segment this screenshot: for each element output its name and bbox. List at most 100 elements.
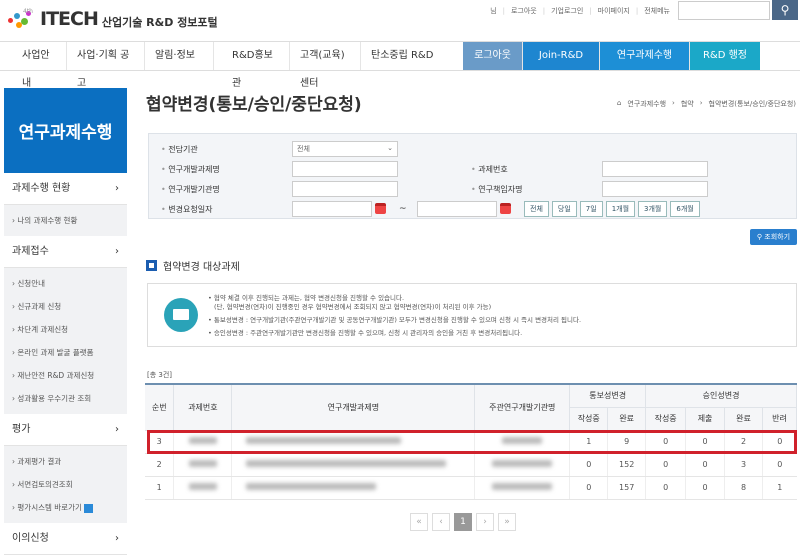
col-no: 순번 xyxy=(145,383,175,431)
nav-research-project[interactable]: 연구과제수행 xyxy=(600,42,690,70)
period-7d-button[interactable]: 7일 xyxy=(579,201,603,217)
total-count: [총 3건] xyxy=(147,371,173,379)
nav-carbon-neutral[interactable]: 탄소중립 R&D xyxy=(361,42,463,70)
sidebar-group-objection[interactable]: 이의신청 › xyxy=(4,523,127,555)
sidebar-item-eval-system[interactable]: › 평가시스템 바로가기 xyxy=(4,496,127,519)
sidebar-item-my-status[interactable]: › 나의 과제수행 현황 xyxy=(4,209,127,232)
calendar-icon[interactable] xyxy=(500,203,511,214)
section-title: 협약변경 대상과제 xyxy=(163,262,240,273)
cell-n-done: 152 xyxy=(607,453,646,477)
period-today-button[interactable]: 당일 xyxy=(551,201,577,217)
nav-promotion[interactable]: R&D홍보관 xyxy=(214,42,290,89)
agency-value: 전체 xyxy=(297,145,310,153)
chevron-right-icon: › xyxy=(115,246,119,257)
brand-subtitle: 산업기술 R&D 정보포털 xyxy=(101,15,218,29)
utility-links: 님 로그아웃 기업로그인 마이페이지 전체메뉴 xyxy=(490,6,670,16)
breadcrumb-item[interactable]: 협약 xyxy=(681,99,694,109)
org-label: 연구개발기관명 xyxy=(161,184,220,195)
start-date-input[interactable] xyxy=(292,201,372,217)
nav-admin-support[interactable]: R&D 행정지원 xyxy=(690,42,760,89)
nav-news[interactable]: 알림·정보 xyxy=(145,42,214,70)
chart-laptop-icon xyxy=(164,298,198,332)
breadcrumb: ⌂ 연구과제수행 › 협약 › 협약변경(통보/승인/중단요청) xyxy=(617,99,796,109)
cell-a-reject: 1 xyxy=(761,476,797,500)
brand-name: ITECH xyxy=(40,8,99,30)
notice-box: • 협약 체결 이후 진행되는 과제는, 협약 변경신청을 진행할 수 있습니다… xyxy=(147,283,797,347)
nav-business-info[interactable]: 사업안내 xyxy=(0,42,67,89)
breadcrumb-item[interactable]: 연구과제수행 xyxy=(627,99,666,109)
sidebar-item-written-review[interactable]: › 서면검토의견조회 xyxy=(4,473,127,496)
item-label: 과제평가 결과 xyxy=(17,457,62,466)
sidebar-item-guide[interactable]: › 신청안내 xyxy=(4,272,127,295)
group-label: 과제접수 xyxy=(12,246,49,257)
first-page-button[interactable]: « xyxy=(410,513,428,531)
group-label: 이의신청 xyxy=(12,533,49,544)
all-menu-link[interactable]: 전체메뉴 xyxy=(636,6,670,16)
table-row[interactable]: 2 0 152 0 0 3 0 xyxy=(145,453,797,477)
item-label: 신규과제 신청 xyxy=(17,302,62,311)
item-label: 차단계 과제신청 xyxy=(17,325,69,334)
prev-page-button[interactable]: ‹ xyxy=(432,513,450,531)
cell-no: 2 xyxy=(145,453,174,477)
col-notify-group: 통보성변경 xyxy=(569,383,647,408)
period-6m-button[interactable]: 6개월 xyxy=(670,201,700,217)
end-date-input[interactable] xyxy=(417,201,497,217)
agency-label: 전담기관 xyxy=(161,144,197,155)
title-input[interactable] xyxy=(292,161,398,177)
period-3m-button[interactable]: 3개월 xyxy=(638,201,668,217)
page-1-button[interactable]: 1 xyxy=(454,513,472,531)
query-button[interactable]: ⚲ 조회하기 xyxy=(750,229,797,245)
sidebar-item-new-apply[interactable]: › 신규과제 신청 xyxy=(4,295,127,318)
sidebar: 연구과제수행 과제수행 현황 › › 나의 과제수행 현황 과제접수 › › 신청안… xyxy=(4,88,127,555)
cell-title-redacted[interactable] xyxy=(231,453,475,477)
nav-logout[interactable]: 로그아웃 xyxy=(463,42,523,70)
period-all-button[interactable]: 전체 xyxy=(524,201,549,217)
site-logo[interactable]: 4th ITECH 산업기술 R&D 정보포털 xyxy=(6,8,218,30)
nav-customer-center[interactable]: 고객(교육)센터 xyxy=(290,42,361,89)
sidebar-item-eval-result[interactable]: › 과제평가 결과 xyxy=(4,450,127,473)
pi-input[interactable] xyxy=(602,181,708,197)
sidebar-item-next-stage[interactable]: › 차단계 과제신청 xyxy=(4,318,127,341)
sidebar-title: 연구과제수행 xyxy=(4,88,127,173)
query-label: 조회하기 xyxy=(764,233,791,241)
search-icon[interactable]: ⚲ xyxy=(772,0,798,20)
cell-a-done: 3 xyxy=(724,453,763,477)
item-label: 서면검토의견조회 xyxy=(17,480,73,489)
period-1m-button[interactable]: 1개월 xyxy=(605,201,636,217)
chevron-right-icon: › xyxy=(115,424,119,435)
col-a-submit: 제출 xyxy=(685,406,726,431)
sidebar-item-excellent-orgs[interactable]: › 성과활용 우수기관 조회 xyxy=(4,387,127,410)
logout-link[interactable]: 로그아웃 xyxy=(503,6,537,16)
sidebar-group-reception[interactable]: 과제접수 › xyxy=(4,236,127,268)
cell-no: 1 xyxy=(145,476,174,500)
org-input[interactable] xyxy=(292,181,398,197)
col-approve-group: 승인성변경 xyxy=(645,383,797,408)
item-label: 평가시스템 바로가기 xyxy=(17,503,82,512)
calendar-icon[interactable] xyxy=(375,203,386,214)
sidebar-group-status[interactable]: 과제수행 현황 › xyxy=(4,173,127,205)
col-n-writing: 작성중 xyxy=(569,406,609,431)
mypage-link[interactable]: 마이페이지 xyxy=(589,6,630,16)
number-input[interactable] xyxy=(602,161,708,177)
nav-announcements[interactable]: 사업·기획 공고 xyxy=(67,42,145,89)
col-org: 주관연구개발기관명 xyxy=(474,383,571,431)
table-row[interactable]: 1 0 157 0 0 8 1 xyxy=(145,476,797,500)
last-page-button[interactable]: » xyxy=(498,513,516,531)
cell-title-redacted[interactable] xyxy=(231,476,475,500)
home-icon[interactable]: ⌂ xyxy=(617,99,621,109)
nav-join-rnd[interactable]: Join-R&D xyxy=(523,42,600,70)
sidebar-item-online-platform[interactable]: › 온라인 과제 발굴 플랫폼 xyxy=(4,341,127,364)
chevron-down-icon: ⌄ xyxy=(387,144,393,152)
chevron-right-icon: › xyxy=(115,183,119,194)
sidebar-item-disaster-rnd[interactable]: › 재난안전 R&D 과제신청 xyxy=(4,364,127,387)
group-label: 과제수행 현황 xyxy=(12,183,71,194)
company-login-link[interactable]: 기업로그인 xyxy=(543,6,583,16)
site-search-input[interactable] xyxy=(678,1,770,20)
next-page-button[interactable]: › xyxy=(476,513,494,531)
square-bullet-icon xyxy=(146,260,157,271)
sidebar-group-evaluation[interactable]: 평가 › xyxy=(4,414,127,446)
notice-line: (단, 협약변경(연차)이 진행중인 경우 협약변경에서 조회되지 않고 협약변… xyxy=(214,303,492,311)
chevron-right-icon: › xyxy=(699,99,703,107)
agency-select[interactable]: 전체 ⌄ xyxy=(292,141,398,157)
col-title: 연구개발과제명 xyxy=(231,383,476,431)
